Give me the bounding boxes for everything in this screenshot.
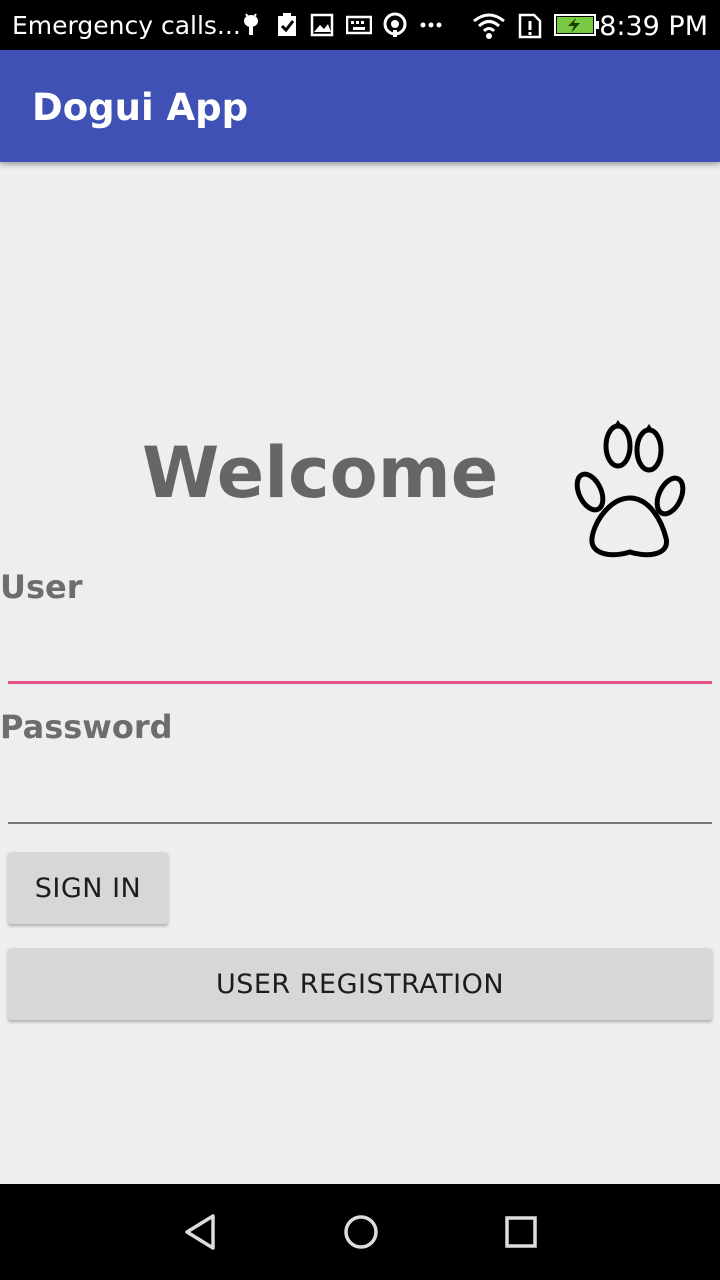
password-input[interactable] bbox=[8, 760, 712, 820]
navigation-bar bbox=[0, 1184, 720, 1280]
more-dots-icon bbox=[420, 22, 442, 28]
wifi-icon bbox=[473, 13, 505, 39]
battery-charging-icon bbox=[554, 14, 599, 36]
home-button[interactable] bbox=[301, 1184, 421, 1280]
back-icon bbox=[185, 1214, 215, 1250]
back-button[interactable] bbox=[141, 1184, 261, 1280]
status-bar: Emergency calls... 8:39 PM bbox=[0, 0, 720, 50]
home-icon bbox=[344, 1215, 378, 1249]
app-bar: Dogui App bbox=[0, 50, 720, 162]
recents-icon bbox=[505, 1216, 537, 1248]
user-input[interactable] bbox=[8, 618, 712, 678]
sign-in-button[interactable]: SIGN IN bbox=[8, 852, 168, 924]
user-input-underline bbox=[8, 681, 712, 684]
password-input-underline bbox=[8, 822, 712, 824]
user-label: User bbox=[0, 568, 83, 606]
recents-button[interactable] bbox=[461, 1184, 581, 1280]
sim-alert-icon bbox=[518, 13, 542, 39]
hotspot-icon bbox=[383, 12, 407, 37]
password-label: Password bbox=[0, 708, 173, 746]
android-icon bbox=[244, 13, 258, 35]
image-icon bbox=[310, 13, 334, 37]
keyboard-icon bbox=[346, 15, 372, 35]
welcome-heading: Welcome bbox=[142, 432, 499, 514]
carrier-text: Emergency calls... bbox=[12, 11, 241, 40]
user-registration-button[interactable]: USER REGISTRATION bbox=[8, 948, 712, 1020]
paw-icon bbox=[574, 420, 686, 558]
app-title: Dogui App bbox=[32, 86, 249, 129]
clipboard-check-icon bbox=[278, 13, 296, 36]
clock: 8:39 PM bbox=[599, 11, 708, 42]
